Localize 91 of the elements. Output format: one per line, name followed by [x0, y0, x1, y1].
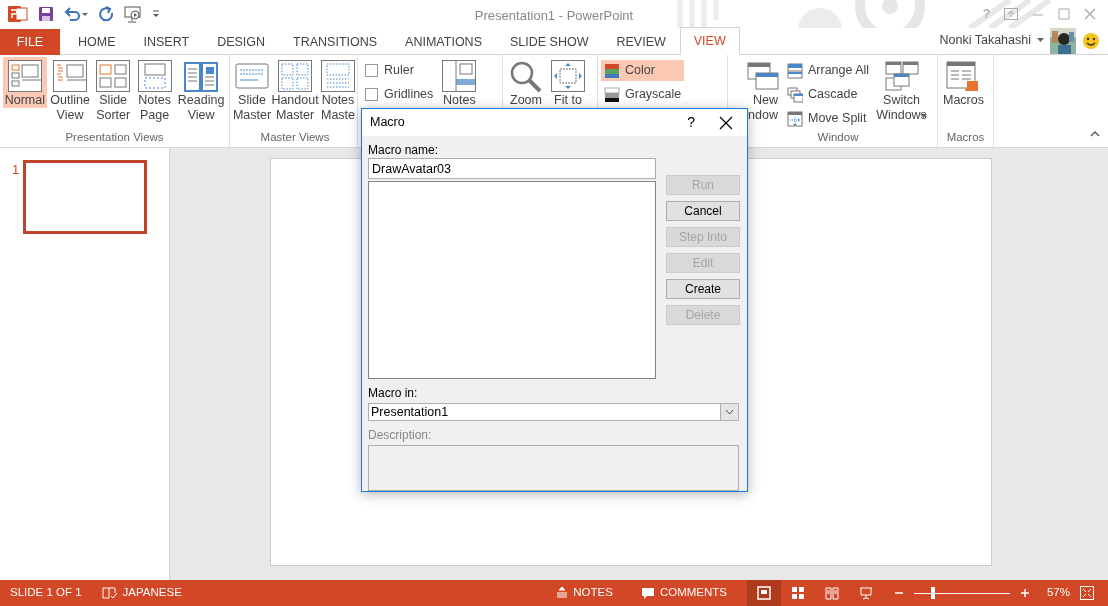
window-bars-icon [787, 62, 803, 79]
slide-show-icon [858, 586, 873, 600]
input-field[interactable]: DrawAvatar03 [368, 158, 656, 179]
proofing-icon[interactable] [101, 586, 118, 600]
dialog-button[interactable]: Create [666, 279, 740, 299]
page-icon [136, 58, 173, 93]
ribbon-tab[interactable]: VIEW [679, 27, 740, 55]
outline-layout-icon [52, 58, 89, 93]
ribbon-tab[interactable]: HOME [64, 29, 130, 55]
ribbon-button[interactable]: Fit to [548, 57, 588, 108]
slide-thumbnail[interactable] [23, 160, 148, 234]
ribbon-tab[interactable]: SLIDE SHOW [495, 29, 603, 55]
field-label: Macro name: [368, 142, 440, 158]
ribbon-button[interactable]: Handout Master [273, 57, 317, 123]
dropdown-field[interactable]: Presentation1 [368, 403, 739, 421]
slide-sorter-icon [790, 586, 805, 600]
ribbon-button[interactable]: Zoom [506, 57, 546, 108]
redo-icon[interactable] [98, 6, 114, 22]
comments-button[interactable]: COMMENTS [634, 583, 733, 603]
notes-panel-icon [441, 58, 478, 93]
slide-counter: SLIDE 1 OF 1 [10, 585, 82, 601]
ribbon-button[interactable]: Notes Maste [319, 57, 357, 123]
ribbon-button[interactable]: Color [601, 60, 685, 81]
normal-view-icon [756, 586, 771, 600]
ribbon-tab[interactable]: REVIEW [602, 29, 680, 55]
ribbon-button[interactable]: Grayscale [601, 84, 685, 105]
ribbon-tab[interactable]: ANIMATIONS [391, 29, 496, 55]
ribbon-display-icon[interactable] [1004, 8, 1018, 20]
zoom-level[interactable]: 57% [1046, 584, 1070, 602]
save-icon[interactable] [38, 6, 54, 22]
smiley-icon[interactable] [1082, 31, 1100, 50]
presentation-icon[interactable] [124, 5, 142, 23]
fit-arrows-icon [550, 58, 586, 93]
field-label: Macro in: [368, 385, 419, 401]
customize-caret-icon[interactable] [152, 10, 160, 18]
ribbon-button[interactable]: Outline View [48, 57, 92, 123]
chevron-down-icon [725, 409, 734, 415]
undo-icon[interactable] [64, 6, 88, 22]
ribbon-button[interactable]: Notes [439, 57, 480, 108]
group-label: Macros [945, 130, 986, 145]
dotted-grid-icon [277, 58, 313, 93]
ribbon-button[interactable]: Move Split [784, 108, 873, 129]
color-swatch-icon [604, 62, 620, 79]
checkbox-label: Gridlines [384, 86, 434, 104]
zoom-in-icon[interactable] [1020, 589, 1029, 597]
ribbon-button[interactable]: Notes Page [134, 57, 175, 123]
ribbon-button[interactable]: Switch Windows [874, 57, 929, 119]
view-button[interactable] [746, 580, 781, 606]
ribbon-button[interactable]: Slide Master [233, 57, 271, 123]
reading-view-icon [824, 586, 839, 600]
layout-panes-icon [6, 58, 43, 93]
collapse-ribbon-icon[interactable] [1090, 131, 1100, 137]
notes-button[interactable]: NOTES [550, 583, 619, 603]
checkbox-label: Ruler [384, 62, 414, 80]
group-label: Master Views [259, 130, 331, 145]
checkbox[interactable] [365, 88, 378, 101]
close-icon[interactable] [719, 115, 733, 130]
ribbon-button[interactable]: Macros [941, 57, 986, 108]
fit-slide-icon[interactable] [1080, 586, 1094, 600]
app-logo-icon [8, 5, 28, 23]
dialog-title: Macro [370, 114, 405, 132]
cascade-icon [787, 86, 803, 103]
ribbon-button[interactable]: Cascade [784, 84, 873, 105]
ribbon-tab[interactable]: TRANSITIONS [279, 29, 392, 55]
group-label: Window [816, 130, 860, 145]
ribbon-tab[interactable]: DESIGN [203, 29, 280, 55]
window-title: Presentation1 - PowerPoint [474, 7, 634, 25]
notes-icon [556, 587, 569, 599]
dialog-button[interactable]: Cancel [666, 201, 740, 221]
field-label: Description: [368, 427, 433, 443]
account-name[interactable]: Nonki Takahashi [939, 31, 1031, 50]
group-label: Presentation Views [64, 130, 165, 145]
comment-icon [640, 586, 655, 600]
grid-layout-icon [95, 58, 132, 93]
ribbon-button[interactable]: Slide Sorter [93, 57, 133, 123]
ribbon-button[interactable]: Arrange All [784, 60, 873, 81]
language-label[interactable]: JAPANESE [122, 584, 182, 602]
ribbon-button[interactable]: Normal [3, 57, 47, 108]
caret-icon[interactable] [1037, 38, 1044, 43]
zoom-out-icon[interactable] [894, 589, 903, 597]
help-button[interactable]: ? [687, 112, 695, 133]
split-arrows-icon [787, 110, 803, 127]
file-tab[interactable]: FILE [0, 29, 60, 55]
ribbon-tab[interactable]: INSERT [129, 29, 204, 55]
slider-thumb[interactable] [931, 587, 936, 599]
dotted-page-icon [320, 58, 356, 93]
switch-windows-icon [883, 58, 920, 93]
ribbon-button[interactable]: Reading View [176, 57, 226, 123]
checkbox[interactable] [365, 64, 378, 77]
slide-number: 1 [12, 161, 20, 179]
grayscale-swatch-icon [604, 86, 620, 103]
